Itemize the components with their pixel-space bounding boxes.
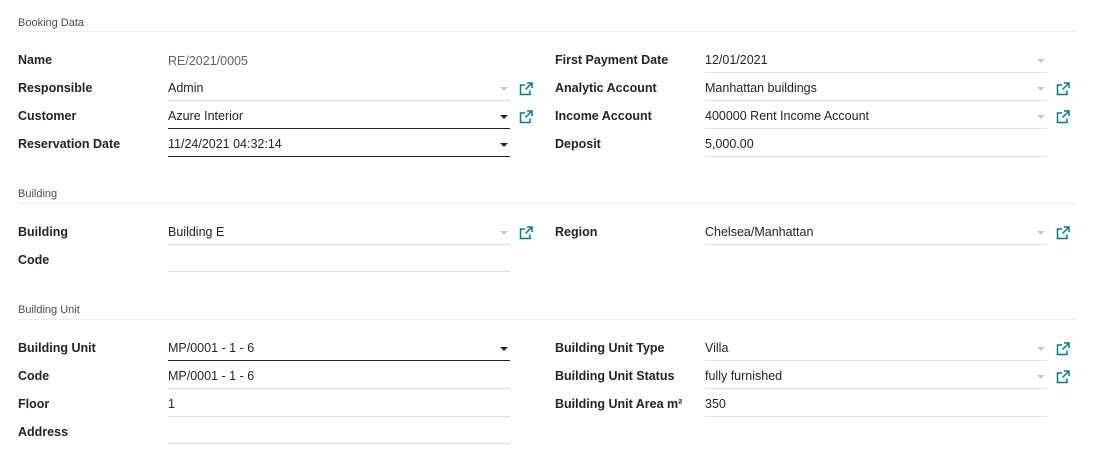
unit-status-label: Building Unit Status [555,369,675,383]
unit-code-input[interactable]: MP/0001 - 1 - 6 [168,367,510,389]
building-value: Building E [168,225,225,239]
reservation-date-label: Reservation Date [18,137,121,151]
external-link-icon[interactable] [519,226,533,240]
name-field: RE/2021/0005 [168,54,248,68]
section-divider [18,203,1076,204]
floor-input[interactable]: 1 [168,395,510,417]
chevron-down-icon[interactable] [1037,231,1045,235]
reservation-date-value: 11/24/2021 04:32:14 [168,137,282,151]
chevron-down-icon[interactable] [1037,59,1045,63]
building-unit-value: MP/0001 - 1 - 6 [168,341,255,355]
external-link-icon[interactable] [1056,226,1070,240]
chevron-down-icon[interactable] [500,87,508,91]
external-link-icon[interactable] [1056,110,1070,124]
building-select[interactable]: Building E [168,223,510,245]
address-label: Address [18,425,69,439]
deposit-input[interactable]: 5,000.00 [705,135,1047,157]
building-code-input[interactable] [168,250,510,272]
unit-area-value: 350 [705,397,726,411]
external-link-icon[interactable] [519,82,533,96]
section-title-building: Building [18,188,58,200]
floor-value: 1 [168,397,175,411]
unit-code-label: Code [18,369,50,383]
unit-type-value: Villa [705,341,729,355]
address-input[interactable] [168,422,510,444]
building-code-label: Code [18,253,50,267]
unit-status-value: fully furnished [705,369,783,383]
income-account-select[interactable]: 400000 Rent Income Account [705,107,1047,129]
deposit-value: 5,000.00 [705,137,754,151]
chevron-down-icon[interactable] [500,115,508,119]
building-unit-select[interactable]: MP/0001 - 1 - 6 [168,339,510,361]
region-label: Region [555,225,598,239]
unit-type-label: Building Unit Type [555,341,665,355]
external-link-icon[interactable] [1056,370,1070,384]
chevron-down-icon[interactable] [1037,115,1045,119]
external-link-icon[interactable] [519,110,533,124]
region-select[interactable]: Chelsea/Manhattan [705,223,1047,245]
first-payment-date-label: First Payment Date [555,53,669,67]
name-label: Name [18,53,53,67]
section-divider [18,319,1076,320]
unit-type-select[interactable]: Villa [705,339,1047,361]
analytic-account-value: Manhattan buildings [705,81,817,95]
customer-label: Customer [18,109,77,123]
chevron-down-icon[interactable] [500,143,508,147]
analytic-account-select[interactable]: Manhattan buildings [705,79,1047,101]
section-divider [18,31,1076,32]
responsible-select[interactable]: Admin [168,79,510,101]
chevron-down-icon[interactable] [1037,375,1045,379]
reservation-date-field[interactable]: 11/24/2021 04:32:14 [168,135,510,157]
chevron-down-icon[interactable] [500,347,508,351]
unit-area-input[interactable]: 350 [705,395,1047,417]
unit-area-label: Building Unit Area m² [555,397,683,411]
external-link-icon[interactable] [1056,82,1070,96]
customer-select[interactable]: Azure Interior [168,107,510,129]
building-label: Building [18,225,68,239]
floor-label: Floor [18,397,50,411]
unit-status-select[interactable]: fully furnished [705,367,1047,389]
first-payment-date-field[interactable]: 12/01/2021 [705,51,1047,73]
deposit-label: Deposit [555,137,601,151]
income-account-value: 400000 Rent Income Account [705,109,870,123]
chevron-down-icon[interactable] [1037,347,1045,351]
section-title-booking-data: Booking Data [18,17,85,29]
section-title-building-unit: Building Unit [18,304,80,316]
chevron-down-icon[interactable] [1037,87,1045,91]
region-value: Chelsea/Manhattan [705,225,814,239]
responsible-value: Admin [168,81,204,95]
unit-code-value: MP/0001 - 1 - 6 [168,369,255,383]
building-unit-label: Building Unit [18,341,96,355]
responsible-label: Responsible [18,81,93,95]
analytic-account-label: Analytic Account [555,81,657,95]
income-account-label: Income Account [555,109,652,123]
first-payment-date-value: 12/01/2021 [705,53,768,67]
customer-value: Azure Interior [168,109,244,123]
chevron-down-icon[interactable] [500,231,508,235]
external-link-icon[interactable] [1056,342,1070,356]
